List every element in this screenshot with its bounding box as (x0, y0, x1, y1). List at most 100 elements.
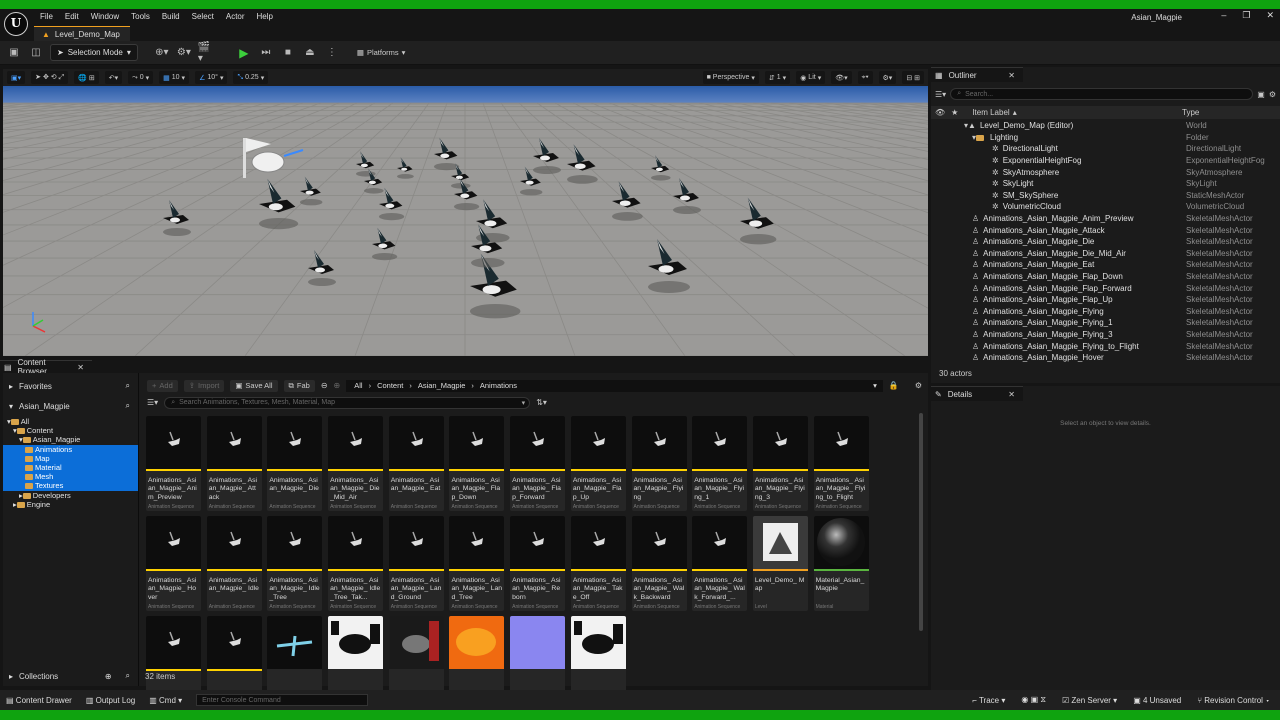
folder-tree-item[interactable]: Animations (3, 444, 138, 454)
outliner-row[interactable]: ♙ Animations_Asian_Magpie_Flap_Down Skelet… (931, 271, 1280, 283)
outliner-row[interactable]: ♙ Animations_Asian_Magpie_Flying_3 Skeleta… (931, 329, 1280, 341)
folder-tree-item[interactable]: ▾ All (3, 417, 138, 426)
menu-tools[interactable]: Tools (125, 11, 156, 23)
magpie-model[interactable] (163, 200, 191, 236)
favorites-section[interactable]: ▸ Favorites ⌕ (3, 379, 138, 393)
close-icon[interactable]: ✕ (1008, 71, 1015, 80)
asset-tile[interactable]: Animations_ Asian_Magpie_ Flap_Up Animati… (570, 416, 626, 511)
breadcrumb-item[interactable]: Asian_Magpie (418, 381, 466, 390)
translate-tool-icon[interactable]: ➤ ✥ ⟲ ⤢ (31, 71, 69, 84)
outliner-row[interactable]: ✲ SkyAtmosphere SkyAtmosphere (931, 166, 1280, 178)
asset-tile[interactable]: Animations_ Asian_Magpie_ Land_Ground Ani… (388, 516, 444, 611)
zen-server-button[interactable]: ☑ Zen Server ▾ (1062, 696, 1117, 705)
surface-snap-icon[interactable]: ↶▾ (104, 71, 123, 84)
asset-tile[interactable]: Animations_ Asian_Magpie_ Flying Animatio… (631, 416, 687, 511)
folder-tree-item[interactable]: Mesh (3, 472, 138, 482)
outliner-row[interactable]: ✲ SkyLight SkyLight (931, 178, 1280, 190)
folder-tree-item[interactable]: ▸ Engine (3, 500, 138, 509)
asset-tile[interactable]: Animations_ Asian_Magpie_ Land_Tree Anima… (449, 516, 505, 611)
outliner-row[interactable]: ♙ Animations_Asian_Magpie_Eat SkeletalMesh… (931, 259, 1280, 271)
add-collection-icon[interactable]: ⊕ (105, 672, 112, 681)
asset-tile[interactable]: Animations_ Asian_Magpie_ Walk_Backward A… (631, 516, 687, 611)
show-flags-icon[interactable]: 👁▾ (831, 71, 852, 84)
outliner-row[interactable]: ✲ ExponentialHeightFog ExponentialHeightFo… (931, 155, 1280, 167)
add-folder-icon[interactable]: ▣ (1257, 90, 1265, 99)
magpie-model[interactable] (308, 250, 336, 286)
asset-tile[interactable]: Animations_ Asian_Magpie_ Idle_Tree Anima… (267, 516, 323, 611)
revision-control-button[interactable]: ⑂ Revision Control ▾ (1197, 696, 1270, 705)
collections-section[interactable]: ▸ Collections ⊕ ⌕ (3, 669, 138, 683)
outliner-row[interactable]: ♙ Animations_Asian_Magpie_Hover SkeletalMe… (931, 352, 1280, 364)
chevron-down-icon[interactable]: ▾ (873, 381, 877, 390)
settings-gear-icon[interactable]: ⚙▾ (878, 71, 897, 84)
asset-tile[interactable]: Animations_ Asian_Magpie_ Flap_Forward An… (510, 416, 566, 511)
history-forward-icon[interactable]: ⊕ (334, 381, 341, 390)
magpie-model[interactable] (454, 177, 480, 211)
asset-tile[interactable]: Animations_ Asian_Magpie_ Anim_Preview An… (146, 416, 201, 511)
unsaved-button[interactable]: ▣ 4 Unsaved (1133, 696, 1181, 705)
project-section[interactable]: ▾ Asian_Magpie ⌕ (3, 399, 138, 413)
outliner-row[interactable]: ♙ Animations_Asian_Magpie_Attack SkeletalM… (931, 224, 1280, 236)
asset-tile[interactable]: Animations_ Asian_Magpie_ Die Animation S… (267, 416, 323, 511)
outliner-row[interactable]: ▾▲ Level_Demo_Map (Editor) World (931, 120, 1280, 132)
pin-icon[interactable]: ★ (951, 108, 958, 117)
settings-gear-icon[interactable]: ⚙ (1269, 90, 1276, 99)
layout-icon[interactable]: ⊟ ⊞ (902, 71, 924, 84)
outliner-row[interactable]: ✲ SM_SkySphere StaticMeshActor (931, 190, 1280, 202)
folder-tree-item[interactable]: Material (3, 462, 138, 473)
breadcrumb-item[interactable]: All (354, 381, 362, 390)
outliner-row[interactable]: ✲ VolumetricCloud VolumetricCloud (931, 201, 1280, 213)
asset-scrollbar[interactable] (919, 413, 923, 631)
magpie-model[interactable] (567, 144, 598, 184)
folder-tree-item[interactable]: ▾ Content (3, 426, 138, 435)
content-icon[interactable]: ◫ (28, 45, 44, 61)
breadcrumb-item[interactable]: Animations (480, 381, 517, 390)
unreal-logo-icon[interactable]: U (4, 12, 28, 36)
world-local-icon[interactable]: 🌐 ⊞ (74, 71, 99, 84)
folder-tree-item[interactable]: ▸ Developers (3, 491, 138, 500)
fab-button[interactable]: ⧉ Fab (283, 379, 315, 392)
asset-tile[interactable]: Animations_ Asian_Magpie_ Die_Mid_Air Ani… (328, 416, 384, 511)
camera-speed[interactable]: ⇵ 1 ▾ (764, 71, 791, 84)
outliner-row[interactable]: ♙ Animations_Asian_Magpie_Die SkeletalMesh… (931, 236, 1280, 248)
asset-tile[interactable]: Animations_ Asian_Magpie_ Flap_Down Anima… (449, 416, 505, 511)
item-label-column[interactable]: Item Label (972, 108, 1009, 117)
menu-help[interactable]: Help (251, 11, 279, 23)
asset-tile[interactable]: Animations_ Asian_Magpie_ Take_Off Animat… (570, 516, 626, 611)
outliner-search-input[interactable]: ⌕ Search... (950, 88, 1254, 100)
asset-tile[interactable]: Animations_ Asian_Magpie_ Reborn Animatio… (510, 516, 566, 611)
content-browser-tab[interactable]: ▤ Content Browser ✕ (0, 358, 92, 376)
performance-icon[interactable]: ⌖▾ (857, 71, 873, 84)
output-log-button[interactable]: ▥ Output Log (86, 696, 135, 705)
more-options-icon[interactable]: ⋮ (324, 45, 340, 61)
search-icon[interactable]: ⌕ (126, 671, 130, 681)
maximize-button[interactable]: ❐ (1242, 10, 1250, 21)
magpie-model[interactable] (434, 137, 460, 171)
step-icon[interactable]: ⏭ (258, 45, 274, 61)
import-button[interactable]: ⇪ Import (183, 379, 225, 392)
asset-tile[interactable]: Animations_ Asian_Magpie_ Idle Animation … (206, 516, 262, 611)
close-icon[interactable]: ✕ (1008, 390, 1015, 399)
save-all-button[interactable]: ▣ Save All (230, 379, 278, 392)
folder-tree-item[interactable]: ▾ Asian_Magpie (3, 435, 138, 444)
outliner-row[interactable]: ♙ Animations_Asian_Magpie_Die_Mid_Air Skel… (931, 248, 1280, 260)
magpie-model[interactable] (471, 224, 505, 268)
lock-icon[interactable]: 🔒 (889, 381, 899, 390)
filter-icon[interactable]: ☰▾ (935, 90, 946, 99)
asset-tile[interactable]: Animations_ Asian_Magpie_ Idle_Tree_Tak.… (328, 516, 384, 611)
type-column[interactable]: Type (1182, 108, 1199, 117)
settings-gear-icon[interactable]: ⚙ (915, 381, 922, 390)
outliner-row[interactable]: ♙ Animations_Asian_Magpie_Anim_Preview Ske… (931, 213, 1280, 225)
menu-select[interactable]: Select (186, 11, 220, 23)
magpie-model[interactable] (533, 138, 561, 174)
breadcrumb-item[interactable]: Content (377, 381, 403, 390)
grid-snap[interactable]: ▦ 10 ▾ (159, 71, 190, 84)
outliner-tab[interactable]: ▦ Outliner ✕ (931, 67, 1023, 82)
zero-snap[interactable]: ⤳ 0 ▾ (128, 71, 154, 84)
stop-icon[interactable]: ■ (280, 45, 296, 61)
minimize-button[interactable]: – (1221, 10, 1226, 21)
asset-tile[interactable]: Animations_ Asian_Magpie_ Flying_3 Animat… (752, 416, 808, 511)
asset-tile[interactable]: Animations_ Asian_Magpie_ Flying_to_Flig… (813, 416, 869, 511)
scale-snap[interactable]: ⤡ 0.25 ▾ (233, 71, 269, 84)
close-window-button[interactable]: ✕ (1266, 10, 1274, 21)
